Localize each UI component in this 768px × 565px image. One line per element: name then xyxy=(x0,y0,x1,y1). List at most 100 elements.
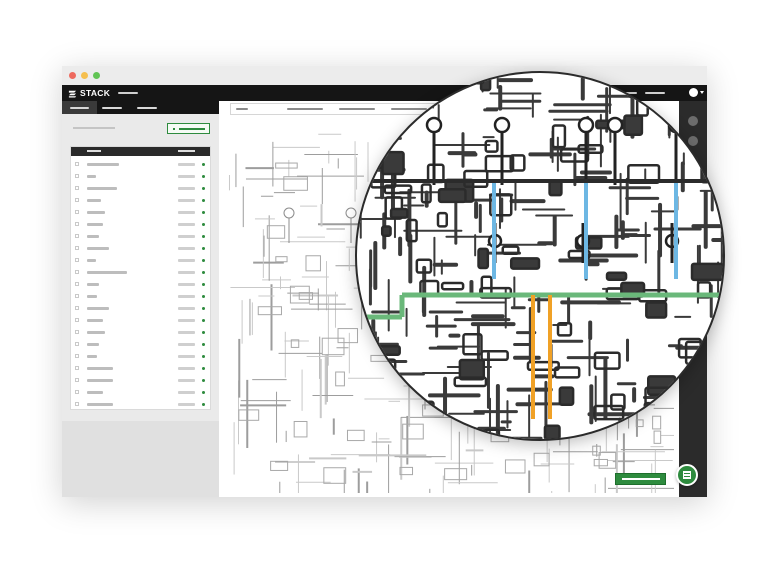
sheet-list-item[interactable] xyxy=(71,242,210,254)
project-name-placeholder[interactable] xyxy=(118,92,138,94)
plus-icon xyxy=(173,128,175,130)
row-checkbox[interactable] xyxy=(75,246,79,250)
chat-icon xyxy=(683,471,691,479)
sheet-list-item[interactable] xyxy=(71,182,210,194)
row-checkbox[interactable] xyxy=(75,162,79,166)
search-input[interactable] xyxy=(69,124,160,133)
maximize-window-button[interactable] xyxy=(93,72,100,79)
row-checkbox[interactable] xyxy=(75,186,79,190)
toolbar-item[interactable] xyxy=(287,108,323,110)
row-checkbox[interactable] xyxy=(75,390,79,394)
sheet-meta-placeholder xyxy=(178,259,195,262)
sheet-meta-placeholder xyxy=(178,163,195,166)
row-checkbox[interactable] xyxy=(75,258,79,262)
sheet-meta-placeholder xyxy=(178,283,195,286)
row-checkbox[interactable] xyxy=(75,342,79,346)
row-checkbox[interactable] xyxy=(75,354,79,358)
sheet-list-item[interactable] xyxy=(71,170,210,182)
sheet-list-item[interactable] xyxy=(71,254,210,266)
sheet-list-item[interactable] xyxy=(71,206,210,218)
sheet-meta-placeholder xyxy=(178,223,195,226)
row-checkbox[interactable] xyxy=(75,174,79,178)
row-checkbox[interactable] xyxy=(75,318,79,322)
search-placeholder xyxy=(73,127,115,129)
row-checkbox[interactable] xyxy=(75,294,79,298)
sheet-meta-placeholder xyxy=(178,307,195,310)
sheet-list-item[interactable] xyxy=(71,350,210,362)
sheet-meta-placeholder xyxy=(178,187,195,190)
row-checkbox[interactable] xyxy=(75,306,79,310)
tab-items[interactable] xyxy=(97,101,132,114)
primary-action-button[interactable] xyxy=(615,473,666,485)
row-checkbox[interactable] xyxy=(75,366,79,370)
tab-notes[interactable] xyxy=(132,101,167,114)
measure-tool-icon[interactable] xyxy=(688,136,698,146)
column-header-name xyxy=(87,150,101,152)
row-checkbox[interactable] xyxy=(75,378,79,382)
chat-fab-button[interactable] xyxy=(676,464,698,486)
status-dot-icon xyxy=(202,163,205,166)
chevron-down-icon[interactable] xyxy=(700,91,704,94)
select-tool-icon[interactable] xyxy=(688,116,698,126)
row-checkbox[interactable] xyxy=(75,210,79,214)
toolbar-item[interactable] xyxy=(339,108,375,110)
sheet-name-placeholder xyxy=(87,319,103,322)
close-window-button[interactable] xyxy=(69,72,76,79)
sheet-list-item[interactable] xyxy=(71,194,210,206)
toolbar-item[interactable] xyxy=(236,108,248,110)
sheet-list-item[interactable] xyxy=(71,398,210,410)
sheet-list-item[interactable] xyxy=(71,302,210,314)
stack-logo-icon xyxy=(68,90,77,98)
sheet-list-item[interactable] xyxy=(71,362,210,374)
status-dot-icon xyxy=(202,295,205,298)
sheet-meta-placeholder xyxy=(178,355,195,358)
status-dot-icon xyxy=(202,175,205,178)
row-checkbox[interactable] xyxy=(75,282,79,286)
sheet-name-placeholder xyxy=(87,307,109,310)
sheet-list-item[interactable] xyxy=(71,326,210,338)
sheet-list-item[interactable] xyxy=(71,158,210,170)
minimize-window-button[interactable] xyxy=(81,72,88,79)
sheet-name-placeholder xyxy=(87,391,103,394)
sheet-name-placeholder xyxy=(87,187,117,190)
sheet-list-item[interactable] xyxy=(71,230,210,242)
status-dot-icon xyxy=(202,319,205,322)
app-logo[interactable]: STACK xyxy=(68,87,110,99)
row-checkbox[interactable] xyxy=(75,402,79,406)
sheet-list-item[interactable] xyxy=(71,290,210,302)
sheet-list xyxy=(70,146,211,410)
sheet-meta-placeholder xyxy=(178,175,195,178)
status-dot-icon xyxy=(202,271,205,274)
row-checkbox[interactable] xyxy=(75,222,79,226)
sheet-list-item[interactable] xyxy=(71,386,210,398)
status-dot-icon xyxy=(202,211,205,214)
sheet-list-item[interactable] xyxy=(71,374,210,386)
status-dot-icon xyxy=(202,355,205,358)
sheet-list-item[interactable] xyxy=(71,278,210,290)
button-label-placeholder xyxy=(179,128,205,130)
status-dot-icon xyxy=(202,367,205,370)
sheet-meta-placeholder xyxy=(178,367,195,370)
list-header xyxy=(71,147,210,156)
sheet-meta-placeholder xyxy=(178,319,195,322)
nav-link-placeholder[interactable] xyxy=(645,92,665,94)
sheet-list-item[interactable] xyxy=(71,266,210,278)
sheet-name-placeholder xyxy=(87,283,99,286)
window-titlebar xyxy=(62,66,707,85)
sheet-list-item[interactable] xyxy=(71,314,210,326)
row-checkbox[interactable] xyxy=(75,330,79,334)
sheet-list-item[interactable] xyxy=(71,338,210,350)
tab-sheets[interactable] xyxy=(62,101,97,114)
brand-name: STACK xyxy=(80,88,111,98)
row-checkbox[interactable] xyxy=(75,270,79,274)
user-avatar-icon[interactable] xyxy=(689,88,698,97)
row-checkbox[interactable] xyxy=(75,198,79,202)
sheet-list-item[interactable] xyxy=(71,218,210,230)
toolbar-item[interactable] xyxy=(391,108,427,110)
tab-label-placeholder xyxy=(70,107,89,109)
status-dot-icon xyxy=(202,235,205,238)
sheet-meta-placeholder xyxy=(178,391,195,394)
row-checkbox[interactable] xyxy=(75,234,79,238)
add-filter-button[interactable] xyxy=(167,123,210,134)
sheet-meta-placeholder xyxy=(178,343,195,346)
